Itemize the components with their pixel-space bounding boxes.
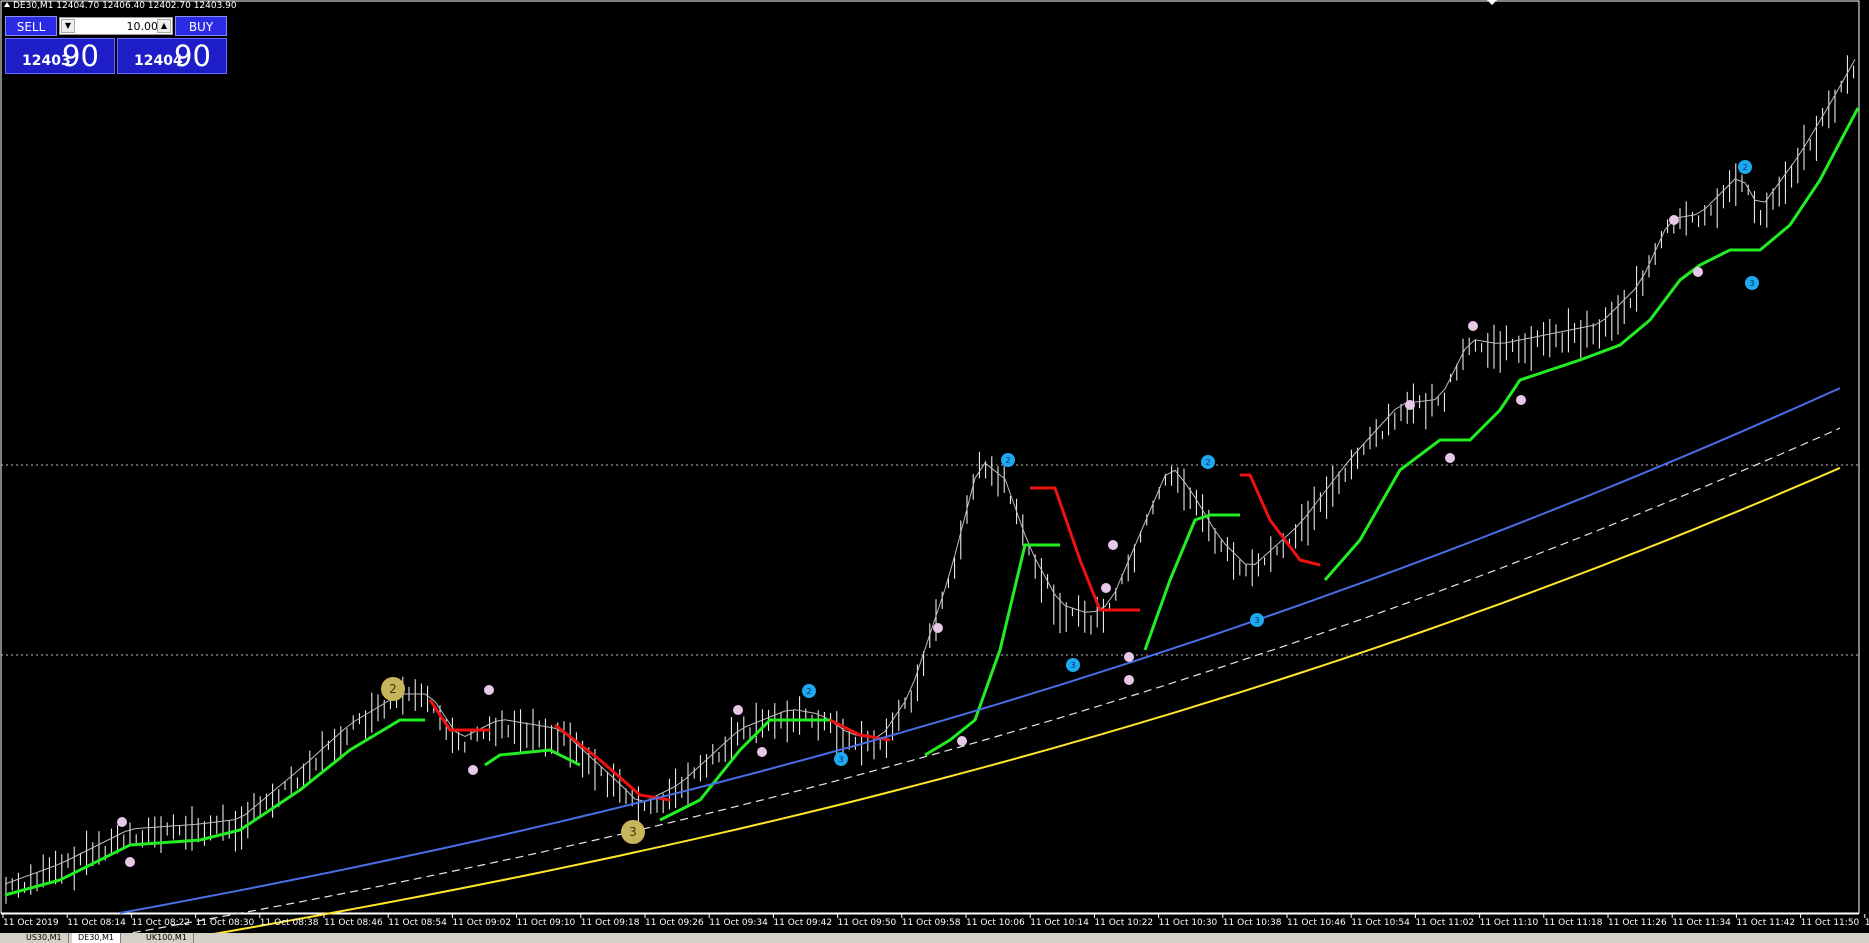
time-axis-label: 11 Oct 09:18	[581, 918, 640, 928]
time-axis-label: 11 Oct 08:30	[196, 918, 255, 928]
symbol-info: DE30,M1 12404.70 12406.40 12402.70 12403…	[4, 1, 237, 11]
fractal-marker-icon	[1101, 583, 1111, 593]
chart-shift-marker-icon[interactable]	[1487, 0, 1497, 5]
downtrend-line	[1030, 486, 1140, 612]
time-axis-label: 11 Oct 11:02	[1415, 918, 1474, 928]
price-chart[interactable]: 2 3 2 3 2 3 2 3 2 3 11 Oct 2019 11 Oct 08:14 11 Oct …	[0, 0, 1869, 943]
fractal-marker-icon	[1124, 652, 1134, 662]
time-axis-label: 11 Oct 11:42	[1736, 918, 1795, 928]
ask-price-minor: 90	[174, 39, 211, 73]
fractal-marker-icon	[125, 857, 135, 867]
time-axis-label: 11 Oct 11:10	[1480, 918, 1539, 928]
tab-uk100[interactable]: UK100,M1	[140, 933, 194, 943]
time-axis-label: 11 Oct 09:42	[773, 918, 832, 928]
fractal-marker-icon	[484, 685, 494, 695]
time-axis-label: 11 Oct 09:10	[517, 918, 576, 928]
time-axis-label: 11 Oct 11:50	[1801, 918, 1860, 928]
lot-size-stepper[interactable]: ▼ ▲	[59, 17, 173, 35]
time-axis-label: 11 Oct 10:14	[1030, 918, 1089, 928]
time-axis-label: 11 Oct 11:18	[1544, 918, 1603, 928]
time-axis-label: 11 Oct 08:14	[67, 918, 126, 928]
fractal-marker-icon	[117, 817, 127, 827]
fractal-marker-icon	[1405, 400, 1415, 410]
signal-marker-label: 2	[1742, 163, 1747, 172]
ma-blue-line	[119, 387, 1841, 914]
downtrend-line	[829, 718, 891, 742]
time-axis-label: 11 Oct 09:34	[709, 918, 768, 928]
time-axis-label: 11 Oct 08:38	[260, 918, 319, 928]
chart-frame	[0, 0, 1860, 914]
fractal-marker-icon	[1693, 267, 1703, 277]
time-axis-label: 11 Oct 10:30	[1159, 918, 1218, 928]
bid-price-minor: 90	[62, 39, 99, 73]
uptrend-line	[484, 748, 581, 767]
time-axis-label: 11	[1865, 918, 1869, 928]
fractal-marker-icon	[733, 705, 743, 715]
uptrend-line	[659, 718, 830, 822]
fractal-marker-icon	[1516, 395, 1526, 405]
signal-marker-label: 2	[1005, 456, 1010, 465]
tab-us30[interactable]: US30,M1	[20, 933, 69, 943]
time-axis-label: 11 Oct 09:02	[452, 918, 511, 928]
fractal-marker-icon	[957, 736, 967, 746]
time-axis-label: 11 Oct 10:38	[1223, 918, 1282, 928]
fractal-marker-icon	[1124, 675, 1134, 685]
ask-price-button[interactable]: 12404 90	[117, 38, 227, 74]
signal-marker-label: 3	[1254, 616, 1259, 625]
collapse-triangle-icon[interactable]	[4, 2, 10, 7]
ma-dashed-line	[119, 427, 1841, 936]
time-axis-label: 11 Oct 09:50	[838, 918, 897, 928]
lot-size-input[interactable]	[76, 18, 160, 34]
fractal-marker-icon	[1669, 215, 1679, 225]
fractal-marker-icon	[757, 747, 767, 757]
uptrend-line	[924, 543, 1060, 757]
time-axis-label: 11 Oct 09:26	[645, 918, 704, 928]
bid-price-button[interactable]: 12403 90	[5, 38, 115, 74]
fractal-marker-icon	[1468, 321, 1478, 331]
time-axis-label: 11 Oct 08:46	[324, 918, 383, 928]
wave-marker-label: 3	[629, 825, 637, 839]
time-axis-label: 11 Oct 10:46	[1287, 918, 1346, 928]
chart-tabs-bar: US30,M1 DE30,M1 UK100,M1	[0, 933, 1869, 943]
time-axis-label: 11 Oct 08:54	[388, 918, 447, 928]
time-axis-label: 11 Oct 10:06	[966, 918, 1025, 928]
buy-button[interactable]: BUY	[175, 16, 227, 36]
time-axis-label: 11 Oct 09:58	[902, 918, 961, 928]
uptrend-line	[1323, 107, 1860, 581]
thin-trend-line	[4, 59, 1856, 885]
signal-marker-label: 3	[838, 755, 843, 764]
one-click-trading-panel: SELL ▼ ▲ BUY 12403 90 12404 90	[5, 16, 227, 74]
signal-marker-label: 2	[1205, 458, 1210, 467]
lot-increase-icon[interactable]: ▲	[157, 19, 171, 33]
fractal-marker-icon	[1108, 540, 1118, 550]
uptrend-line	[4, 718, 425, 897]
signal-marker-label: 3	[1749, 279, 1754, 288]
time-axis-label: 11 Oct 2019	[3, 918, 59, 928]
symbol-ohlc-text: DE30,M1 12404.70 12406.40 12402.70 12403…	[13, 1, 237, 11]
fractal-marker-icon	[468, 765, 478, 775]
tab-de30[interactable]: DE30,M1	[72, 933, 121, 943]
lot-decrease-icon[interactable]: ▼	[61, 19, 75, 33]
time-axis-label: 11 Oct 08:22	[131, 918, 190, 928]
fractal-marker-icon	[933, 623, 943, 633]
downtrend-line	[428, 699, 490, 732]
time-axis-label: 11 Oct 10:22	[1094, 918, 1153, 928]
time-axis-label: 11 Oct 10:54	[1351, 918, 1410, 928]
chart-canvas[interactable]: 2 3 2 3 2 3 2 3 2 3 11 Oct 2019 11 Oct 08:14 11 Oct …	[0, 0, 1869, 943]
signal-marker-label: 3	[1070, 661, 1075, 670]
time-axis-label: 11 Oct 11:26	[1608, 918, 1667, 928]
signal-marker-label: 2	[806, 687, 811, 696]
fractal-marker-icon	[1445, 453, 1455, 463]
wave-marker-label: 2	[389, 682, 397, 696]
sell-button[interactable]: SELL	[5, 16, 57, 36]
time-axis-label: 11 Oct 11:34	[1672, 918, 1731, 928]
